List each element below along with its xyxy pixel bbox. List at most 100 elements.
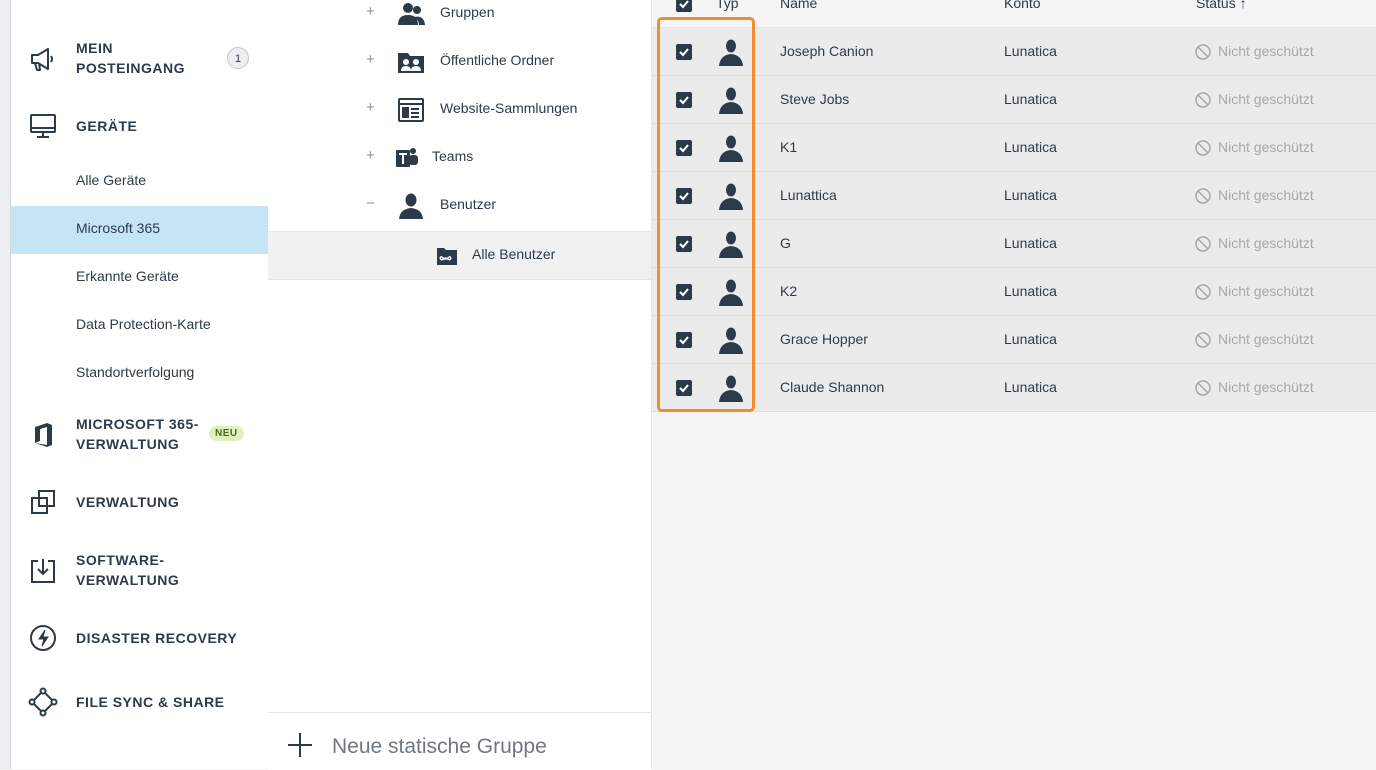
table-row[interactable]: K1 Lunatica Nicht geschützt — [652, 124, 1376, 172]
expand-toggle[interactable]: + — [366, 99, 375, 116]
new-static-group-label: Neue statische Gruppe — [332, 735, 547, 758]
nav-microsoft-365[interactable]: Microsoft 365 — [11, 206, 268, 254]
table-row[interactable]: Grace Hopper Lunatica Nicht geschützt — [652, 316, 1376, 364]
row-checkbox[interactable] — [676, 140, 692, 156]
nav-geraete[interactable]: GERÄTE — [11, 110, 268, 142]
cell-status: Nicht geschützt — [1218, 187, 1314, 203]
cell-konto: Lunatica — [1004, 235, 1057, 251]
user-table: Typ Name Konto Status ↑ Joseph Canion Lu… — [652, 0, 1376, 769]
nav-standortverfolgung-label: Standortverfolgung — [76, 364, 195, 380]
nav-disaster-recovery[interactable]: DISASTER RECOVERY — [11, 622, 268, 654]
infinity-folder-icon — [434, 241, 460, 271]
tree-item-label: Alle Benutzer — [472, 246, 556, 262]
table-row[interactable]: Steve Jobs Lunatica Nicht geschützt — [652, 76, 1376, 124]
teams-icon — [394, 143, 420, 173]
table-row[interactable]: K2 Lunatica Nicht geschützt — [652, 268, 1376, 316]
column-header-typ[interactable]: Typ — [716, 0, 739, 11]
not-protected-icon — [1195, 188, 1211, 204]
column-header-status[interactable]: Status ↑ — [1196, 0, 1247, 11]
cell-name: K1 — [780, 139, 798, 155]
inbox-count-badge: 1 — [227, 47, 249, 69]
table-row[interactable]: Lunattica Lunatica Nicht geschützt — [652, 172, 1376, 220]
cell-name: Steve Jobs — [780, 91, 850, 107]
cell-konto: Lunatica — [1004, 283, 1057, 299]
not-protected-icon — [1195, 236, 1211, 252]
copy-windows-icon — [28, 487, 58, 517]
column-header-konto[interactable]: Konto — [1004, 0, 1041, 11]
user-icon — [718, 374, 744, 402]
nav-data-protection-karte[interactable]: Data Protection-Karte — [11, 302, 268, 350]
nav-data-protection-karte-label: Data Protection-Karte — [76, 316, 211, 332]
row-checkbox[interactable] — [676, 44, 692, 60]
cell-konto: Lunatica — [1004, 91, 1057, 107]
user-icon — [718, 182, 744, 210]
not-protected-icon — [1195, 284, 1211, 300]
nav-erkannte-geraete[interactable]: Erkannte Geräte — [11, 254, 268, 302]
user-icon — [718, 38, 744, 66]
cell-name: G — [780, 235, 791, 251]
nav-microsoft-365-verwaltung[interactable]: MICROSOFT 365- VERWALTUNG NEU — [11, 414, 268, 458]
tree-item-website-sammlungen[interactable]: + Website-Sammlungen — [268, 86, 651, 134]
nav-alle-geraete[interactable]: Alle Geräte — [11, 158, 268, 206]
column-header-name[interactable]: Name — [780, 0, 817, 11]
cell-konto: Lunatica — [1004, 331, 1057, 347]
tree-item-oeffentliche-ordner[interactable]: + Öffentliche Ordner — [268, 38, 651, 86]
expand-toggle[interactable]: + — [366, 51, 375, 68]
nav-verwaltung[interactable]: VERWALTUNG — [11, 486, 268, 518]
expand-toggle[interactable]: + — [366, 3, 375, 20]
expand-toggle[interactable]: + — [366, 147, 375, 164]
not-protected-icon — [1195, 92, 1211, 108]
office-icon — [28, 420, 58, 450]
cell-name: Joseph Canion — [780, 43, 874, 59]
nav-label-m365-verwaltung: MICROSOFT 365- VERWALTUNG — [76, 416, 199, 452]
cell-name: Claude Shannon — [780, 379, 885, 395]
cell-status: Nicht geschützt — [1218, 331, 1314, 347]
table-row[interactable]: Joseph Canion Lunatica Nicht geschützt — [652, 28, 1376, 76]
not-protected-icon — [1195, 332, 1211, 348]
row-checkbox[interactable] — [676, 92, 692, 108]
user-icon — [718, 134, 744, 162]
cell-status: Nicht geschützt — [1218, 139, 1314, 155]
tree-item-label: Öffentliche Ordner — [440, 52, 555, 68]
tree-item-alle-benutzer[interactable]: Alle Benutzer — [268, 231, 651, 280]
nav-mein-posteingang[interactable]: MEIN POSTEINGANG 1 — [11, 38, 268, 82]
cell-name: K2 — [780, 283, 798, 299]
not-protected-icon — [1195, 140, 1211, 156]
not-protected-icon — [1195, 44, 1211, 60]
cell-status: Nicht geschützt — [1218, 235, 1314, 251]
nav-alle-geraete-label: Alle Geräte — [76, 172, 147, 188]
row-checkbox[interactable] — [676, 332, 692, 348]
row-checkbox[interactable] — [676, 188, 692, 204]
monitor-icon — [28, 111, 58, 141]
cell-status: Nicht geschützt — [1218, 43, 1314, 59]
tree-item-gruppen[interactable]: + Gruppen — [268, 0, 651, 38]
nav-label-posteingang: MEIN POSTEINGANG — [76, 40, 185, 76]
select-all-checkbox[interactable] — [676, 0, 692, 12]
tree-item-benutzer[interactable]: − Benutzer — [268, 182, 651, 230]
nav-standortverfolgung[interactable]: Standortverfolgung — [11, 350, 268, 398]
user-icon — [718, 278, 744, 306]
nav-software-verwaltung[interactable]: SOFTWARE- VERWALTUNG — [11, 550, 268, 594]
window-edge — [0, 0, 11, 769]
cell-konto: Lunatica — [1004, 139, 1057, 155]
row-checkbox[interactable] — [676, 284, 692, 300]
user-icon — [718, 86, 744, 114]
row-checkbox[interactable] — [676, 236, 692, 252]
new-badge: NEU — [209, 426, 244, 441]
nav-label-geraete: GERÄTE — [76, 118, 138, 134]
not-protected-icon — [1195, 380, 1211, 396]
tree-item-teams[interactable]: + Teams — [268, 134, 651, 182]
cell-status: Nicht geschützt — [1218, 283, 1314, 299]
public-folder-icon — [396, 47, 426, 77]
nav-file-sync-share[interactable]: FILE SYNC & SHARE — [11, 686, 268, 718]
table-row[interactable]: G Lunatica Nicht geschützt — [652, 220, 1376, 268]
sidebar: MEIN POSTEINGANG 1 GERÄTE Alle Geräte Mi… — [11, 0, 268, 769]
cell-name: Lunattica — [780, 187, 837, 203]
row-checkbox[interactable] — [676, 380, 692, 396]
tree-panel: + Gruppen + Öffentliche Ordner + Website… — [268, 0, 652, 770]
table-row[interactable]: Claude Shannon Lunatica Nicht geschützt — [652, 364, 1376, 412]
nav-label-disaster: DISASTER RECOVERY — [76, 630, 238, 646]
new-static-group-button[interactable]: Neue statische Gruppe — [268, 712, 651, 770]
table-header: Typ Name Konto Status ↑ — [652, 0, 1376, 28]
collapse-toggle[interactable]: − — [366, 195, 375, 212]
